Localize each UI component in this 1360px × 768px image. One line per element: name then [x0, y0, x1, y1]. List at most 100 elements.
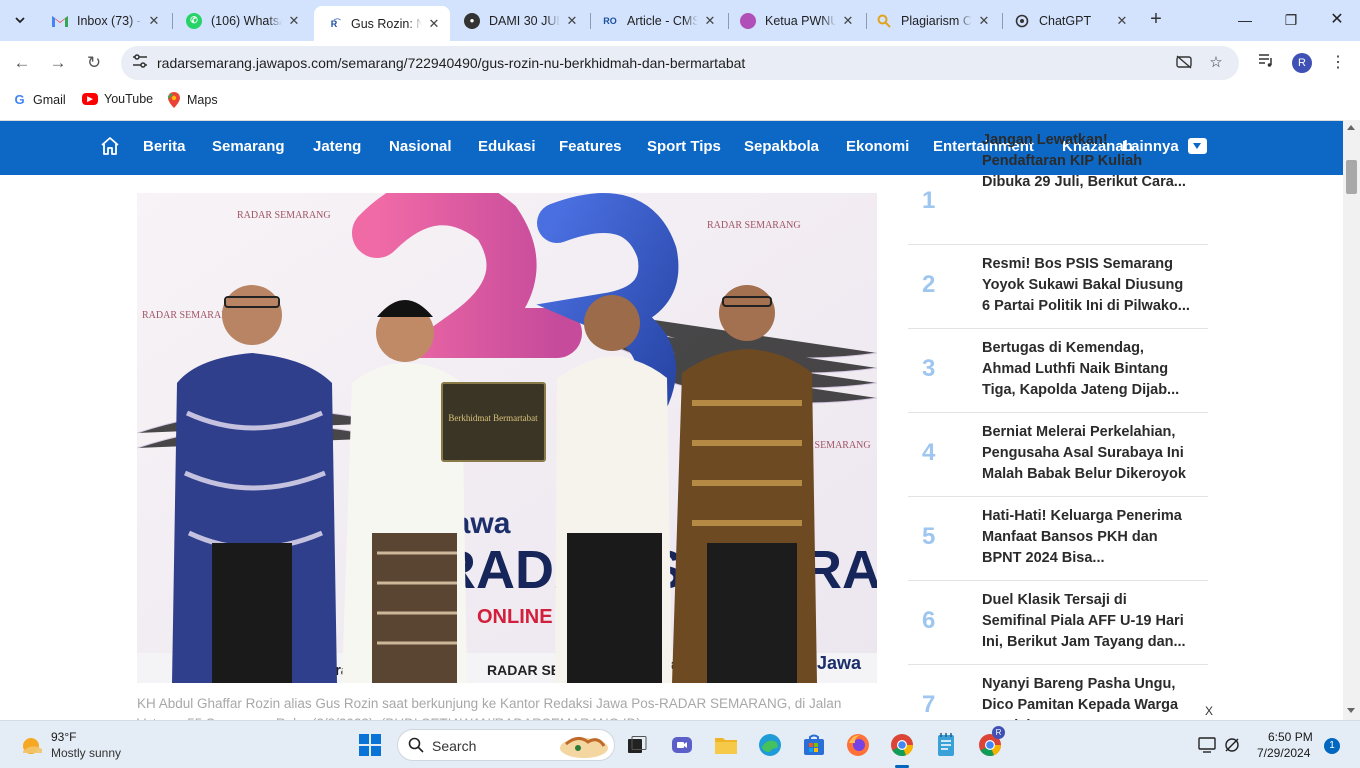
firefox-icon: [847, 734, 869, 756]
book: Berkhidmat Bermartabat: [441, 382, 546, 462]
forward-button[interactable]: →: [45, 50, 71, 76]
popular-item[interactable]: 6 Duel Klasik Tersaji di Semifinal Piala…: [908, 581, 1208, 665]
arrow-left-icon: ←: [13, 53, 31, 72]
network-tray-icon[interactable]: [1222, 732, 1242, 758]
popular-title[interactable]: Nyanyi Bareng Pasha Ungu, Dico Pamitan K…: [982, 674, 1194, 720]
nav-link-sepakbola[interactable]: Sepakbola: [744, 138, 819, 155]
close-icon[interactable]: ✕: [702, 13, 718, 29]
browser-tab[interactable]: RO Article - CMS ✕: [590, 6, 726, 35]
profile-avatar[interactable]: R: [1292, 53, 1312, 73]
nav-link-ekonomi[interactable]: Ekonomi: [846, 138, 909, 155]
popular-rank: 1: [922, 187, 936, 214]
close-icon[interactable]: ✕: [564, 13, 580, 29]
popular-title[interactable]: Berniat Melerai Perkelahian, Pengusaha A…: [982, 422, 1194, 485]
bookmark-label: Gmail: [33, 92, 66, 107]
url-text[interactable]: radarsemarang.jawapos.com/semarang/72294…: [157, 55, 745, 71]
close-icon[interactable]: ✕: [840, 13, 856, 29]
home-icon[interactable]: [100, 136, 120, 156]
weather-sun-icon[interactable]: [20, 733, 44, 757]
site-info-icon[interactable]: [131, 54, 149, 72]
popular-rank: 5: [922, 523, 936, 550]
popular-item[interactable]: 7 Nyanyi Bareng Pasha Ungu, Dico Pamitan…: [908, 665, 1208, 720]
close-icon[interactable]: ✕: [286, 13, 302, 29]
cms-icon: RO: [603, 15, 617, 26]
weather-description[interactable]: Mostly sunny: [51, 746, 121, 760]
address-bar[interactable]: radarsemarang.jawapos.com/semarang/72294…: [121, 46, 1239, 80]
browser-tab[interactable]: Plagiarism C ✕: [864, 6, 1000, 35]
popular-title[interactable]: Jangan Lewatkan! Pendaftaran KIP Kuliah …: [982, 130, 1194, 193]
file-explorer-button[interactable]: [713, 732, 739, 758]
tab-search-button[interactable]: [6, 7, 34, 33]
popular-rank: 7: [922, 691, 936, 718]
close-icon[interactable]: ✕: [426, 16, 442, 32]
nav-link-semarang[interactable]: Semarang: [212, 138, 285, 155]
clock-time[interactable]: 6:50 PM: [1268, 730, 1313, 744]
teams-chat-button[interactable]: [669, 732, 695, 758]
chrome-profile-button[interactable]: R: [977, 726, 1005, 758]
screen-tray-icon[interactable]: [1197, 732, 1217, 758]
star-icon[interactable]: ☆: [1206, 54, 1226, 72]
popular-item[interactable]: 1 Jangan Lewatkan! Pendaftaran KIP Kulia…: [908, 132, 1208, 245]
nav-link-edukasi[interactable]: Edukasi: [478, 138, 536, 155]
browser-tab[interactable]: ✆ (106) WhatsA ✕: [174, 6, 310, 35]
ad-close-button[interactable]: X: [1198, 701, 1220, 720]
scroll-down-icon[interactable]: [1347, 708, 1355, 713]
popular-title[interactable]: Hati-Hati! Keluarga Penerima Manfaat Ban…: [982, 506, 1194, 569]
youtube-icon: ▶: [82, 93, 98, 105]
browser-tab-active[interactable]: R͡ Gus Rozin: N ✕: [314, 6, 450, 41]
notification-badge[interactable]: 1: [1324, 738, 1340, 754]
more-menu-icon[interactable]: ⋮: [1326, 51, 1350, 75]
popular-title[interactable]: Bertugas di Kemendag, Ahmad Luthfi Naik …: [982, 338, 1194, 401]
taskbar-search[interactable]: Search: [397, 729, 615, 761]
chrome-button[interactable]: [889, 732, 915, 758]
browser-tab[interactable]: Ketua PWNU ✕: [728, 6, 864, 35]
scroll-thumb[interactable]: [1346, 160, 1357, 194]
task-view-button[interactable]: [624, 732, 650, 758]
scroll-up-icon[interactable]: [1347, 125, 1355, 130]
nav-link-berita[interactable]: Berita: [143, 138, 186, 155]
weather-temperature[interactable]: 93°F: [51, 730, 76, 744]
bookmark-youtube[interactable]: ▶ YouTube: [82, 92, 153, 106]
tab-title: Article - CMS: [627, 13, 698, 28]
store-button[interactable]: [801, 732, 827, 758]
close-icon[interactable]: ✕: [146, 13, 162, 29]
browser-tab[interactable]: ChatGPT ✕: [1002, 6, 1138, 35]
restore-button[interactable]: ❐: [1268, 8, 1314, 32]
close-icon[interactable]: ✕: [976, 13, 992, 29]
browser-tab[interactable]: ● DAMI 30 JUL ✕: [452, 6, 588, 35]
nav-link-sport-tips[interactable]: Sport Tips: [647, 138, 721, 155]
popular-item[interactable]: 5 Hati-Hati! Keluarga Penerima Manfaat B…: [908, 497, 1208, 581]
article-photo[interactable]: RADAR SEMARANG RADAR SEMARANG RADAR SEMA…: [137, 193, 877, 683]
nav-link-features[interactable]: Features: [559, 138, 622, 155]
nav-link-jateng[interactable]: Jateng: [313, 138, 361, 155]
popular-rank: 3: [922, 355, 936, 382]
back-button[interactable]: ←: [9, 50, 35, 76]
clock-date[interactable]: 7/29/2024: [1257, 746, 1310, 760]
popular-item[interactable]: 2 Resmi! Bos PSIS Semarang Yoyok Sukawi …: [908, 245, 1208, 329]
edge-button[interactable]: [757, 732, 783, 758]
task-view-icon: [628, 736, 647, 753]
banner-jawa-footer: Jawa: [817, 653, 862, 673]
close-icon[interactable]: ✕: [1114, 13, 1130, 29]
window-close-button[interactable]: ✕: [1314, 8, 1360, 32]
firefox-button[interactable]: [845, 732, 871, 758]
chatgpt-icon: [1014, 13, 1030, 29]
eye-slash-icon[interactable]: [1174, 54, 1194, 72]
notepad-button[interactable]: [933, 732, 959, 758]
nav-link-nasional[interactable]: Nasional: [389, 138, 452, 155]
start-button[interactable]: [357, 732, 383, 758]
minimize-button[interactable]: —: [1222, 8, 1268, 32]
web-page: Berita Semarang Jateng Nasional Edukasi …: [0, 120, 1343, 720]
bookmark-maps[interactable]: Maps: [166, 91, 218, 108]
popular-item[interactable]: 3 Bertugas di Kemendag, Ahmad Luthfi Nai…: [908, 329, 1208, 413]
reload-icon: ↻: [86, 53, 102, 72]
new-tab-button[interactable]: +: [1144, 8, 1168, 32]
media-control-icon[interactable]: [1254, 51, 1278, 75]
bookmark-gmail[interactable]: G Gmail: [12, 92, 66, 107]
popular-title[interactable]: Resmi! Bos PSIS Semarang Yoyok Sukawi Ba…: [982, 254, 1194, 317]
page-scrollbar[interactable]: [1343, 120, 1360, 720]
reload-button[interactable]: ↻: [81, 50, 107, 76]
popular-item[interactable]: 4 Berniat Melerai Perkelahian, Pengusaha…: [908, 413, 1208, 497]
popular-title[interactable]: Duel Klasik Tersaji di Semifinal Piala A…: [982, 590, 1194, 653]
browser-tab[interactable]: Inbox (73) - ✕: [40, 6, 170, 35]
